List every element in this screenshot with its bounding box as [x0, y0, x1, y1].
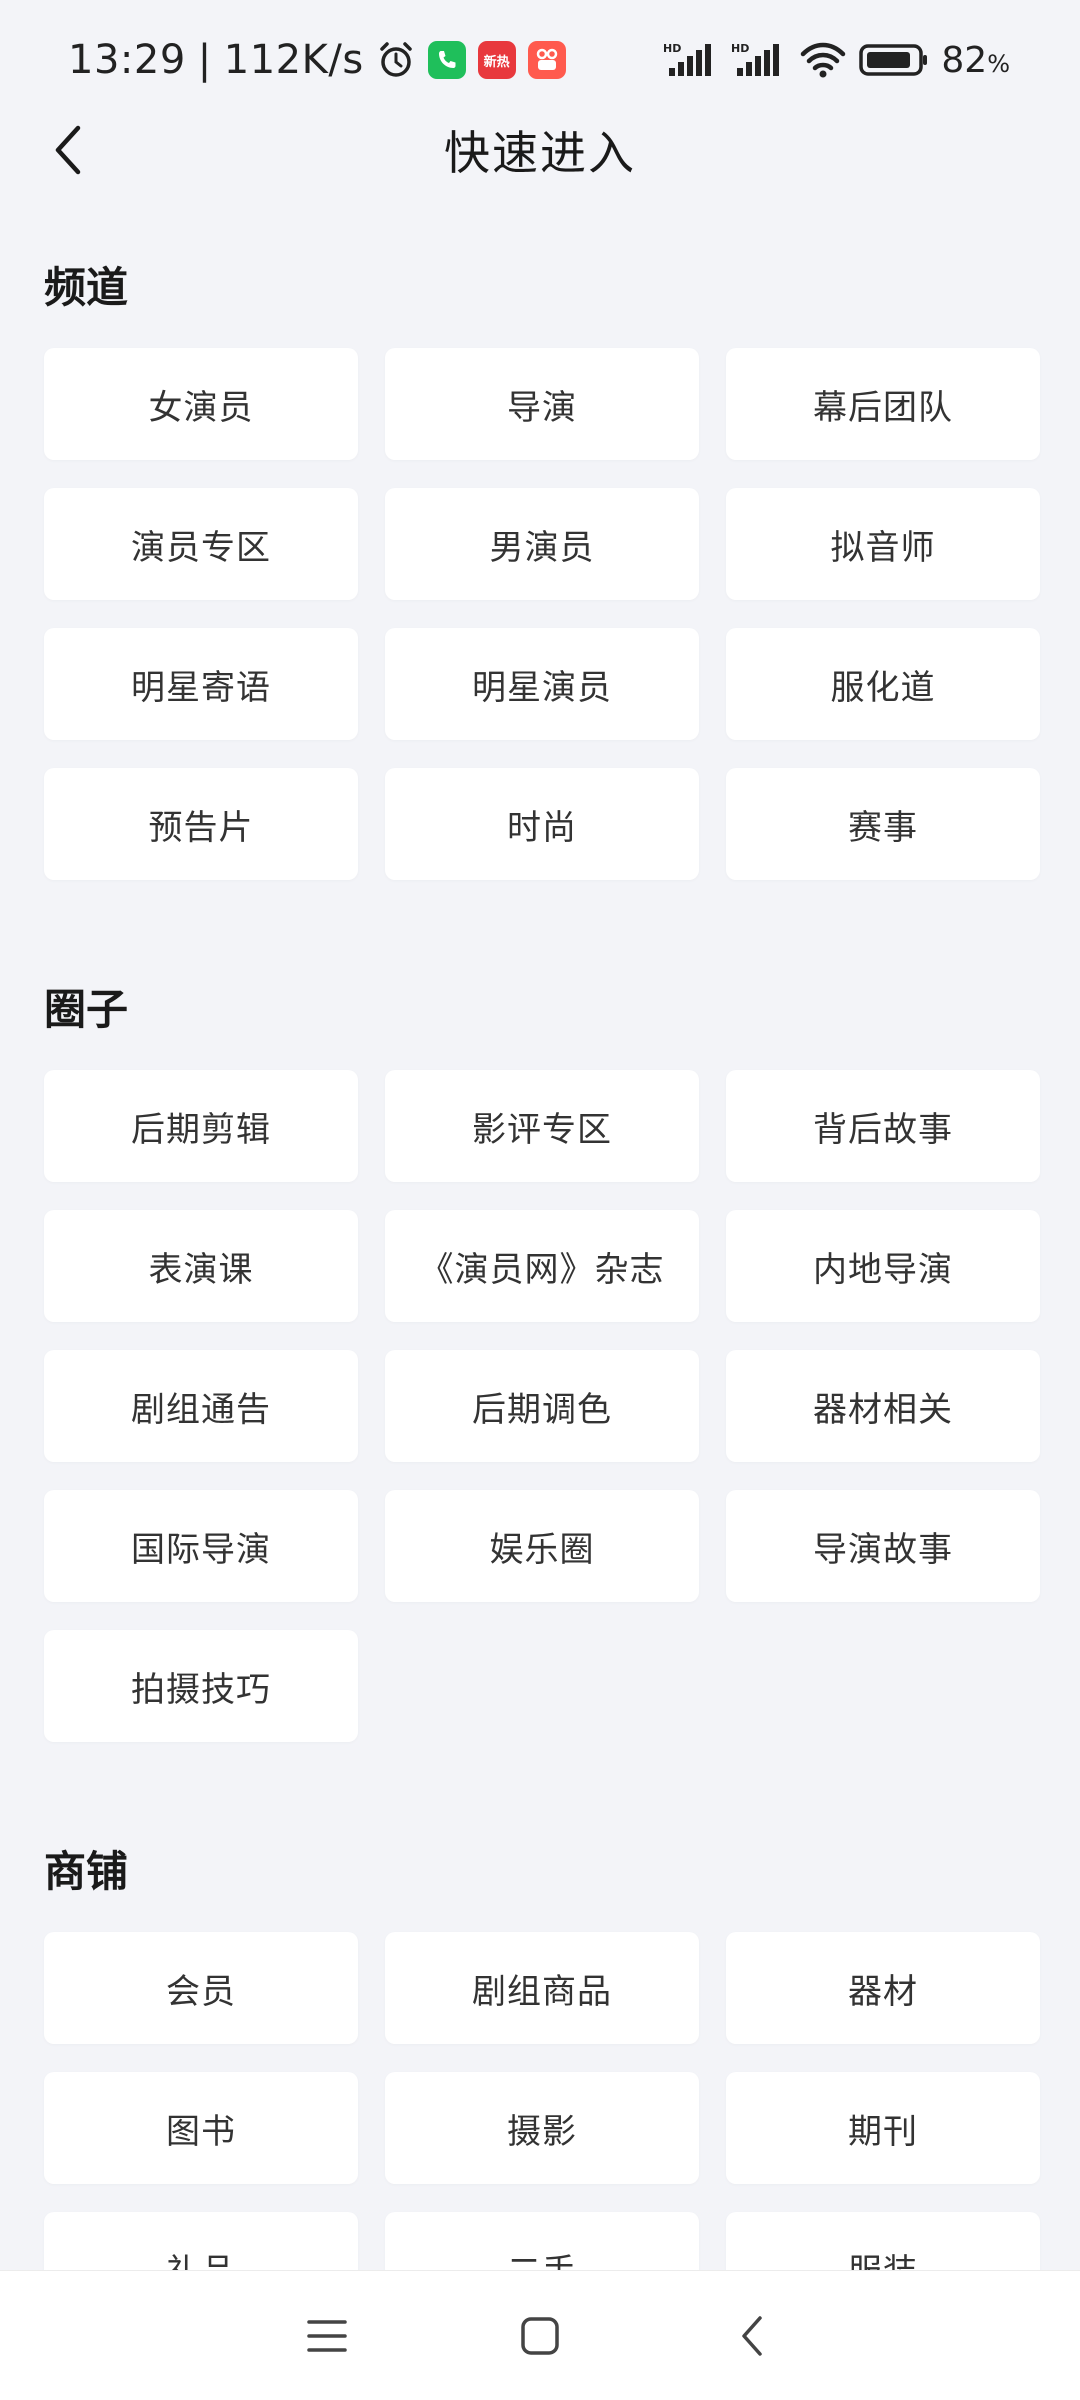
channel-tile[interactable]: 赛事: [726, 768, 1040, 880]
menu-icon: [306, 2319, 347, 2352]
circle-tile[interactable]: 器材相关: [726, 1350, 1040, 1462]
section-circles: 圈子 后期剪辑 影评专区 背后故事 表演课 《演员网》杂志 内地导演 剧组通告 …: [44, 980, 1040, 1742]
channel-tile[interactable]: 女演员: [44, 348, 358, 460]
channel-tile[interactable]: 演员专区: [44, 488, 358, 600]
battery-icon: [859, 42, 929, 78]
news-app-icon: 新热: [477, 41, 516, 79]
video-app-icon: [527, 41, 566, 79]
battery-percent: 82%: [941, 39, 1010, 81]
channel-tile[interactable]: 服化道: [726, 628, 1040, 740]
svg-text:HD: HD: [663, 42, 681, 55]
system-nav-bar: [0, 2270, 1080, 2400]
circle-tile[interactable]: 背后故事: [726, 1070, 1040, 1182]
shop-grid: 会员 剧组商品 器材 图书 摄影 期刊 礼品 二手 服装: [44, 1932, 1040, 2324]
circle-tile[interactable]: 拍摄技巧: [44, 1630, 358, 1742]
channel-tile[interactable]: 明星演员: [385, 628, 699, 740]
shop-tile[interactable]: 器材: [726, 1932, 1040, 2044]
wifi-icon: [799, 40, 847, 80]
recent-apps-button[interactable]: [287, 2296, 367, 2376]
home-square-icon: [521, 2316, 559, 2355]
channel-tile[interactable]: 幕后团队: [726, 348, 1040, 460]
section-title: 圈子: [44, 985, 129, 1034]
channel-tile[interactable]: 明星寄语: [44, 628, 358, 740]
section-channels: 频道 女演员 导演 幕后团队 演员专区 男演员 拟音师 明星寄语 明星演员 服化…: [44, 258, 1040, 880]
signal-hd-icon: HD: [663, 40, 719, 80]
section-title: 频道: [44, 263, 129, 312]
back-triangle-icon: [742, 2315, 763, 2356]
shop-tile[interactable]: 图书: [44, 2072, 358, 2184]
page-title: 快速进入: [444, 126, 636, 180]
shop-tile[interactable]: 剧组商品: [385, 1932, 699, 2044]
circle-tile[interactable]: 娱乐圈: [385, 1490, 699, 1602]
circle-tile[interactable]: 表演课: [44, 1210, 358, 1322]
svg-text:HD: HD: [731, 42, 749, 55]
channel-tile[interactable]: 拟音师: [726, 488, 1040, 600]
chevron-left-icon: [55, 125, 81, 175]
section-title: 商铺: [44, 1847, 129, 1896]
home-button[interactable]: [500, 2296, 580, 2376]
system-back-button[interactable]: [713, 2296, 793, 2376]
circle-tile[interactable]: 导演故事: [726, 1490, 1040, 1602]
section-shops: 商铺 会员 剧组商品 器材 图书 摄影 期刊 礼品 二手 服装: [44, 1842, 1040, 2324]
app-header: 快速进入: [0, 110, 1080, 190]
status-time: 13:29: [68, 37, 186, 83]
channel-tile[interactable]: 导演: [385, 348, 699, 460]
circle-grid: 后期剪辑 影评专区 背后故事 表演课 《演员网》杂志 内地导演 剧组通告 后期调…: [44, 1070, 1040, 1742]
phone-app-icon: [427, 41, 466, 79]
status-bar-right: HD HD 82%: [651, 40, 1010, 81]
channel-tile[interactable]: 男演员: [385, 488, 699, 600]
status-bar-left: 13:29 | 112K/s 新热: [68, 37, 566, 83]
channel-tile[interactable]: 时尚: [385, 768, 699, 880]
circle-tile[interactable]: 内地导演: [726, 1210, 1040, 1322]
status-bar: 13:29 | 112K/s 新热 HD HD 82%: [0, 0, 1080, 120]
back-button[interactable]: [30, 110, 110, 190]
circle-tile[interactable]: 国际导演: [44, 1490, 358, 1602]
circle-tile[interactable]: 影评专区: [385, 1070, 699, 1182]
circle-tile[interactable]: 《演员网》杂志: [385, 1210, 699, 1322]
shop-tile[interactable]: 摄影: [385, 2072, 699, 2184]
status-separator: |: [197, 37, 212, 83]
signal-hd-icon: HD: [731, 40, 787, 80]
shop-tile[interactable]: 期刊: [726, 2072, 1040, 2184]
channel-grid: 女演员 导演 幕后团队 演员专区 男演员 拟音师 明星寄语 明星演员 服化道 预…: [44, 348, 1040, 880]
network-speed: 112K/s: [223, 37, 364, 83]
channel-tile[interactable]: 预告片: [44, 768, 358, 880]
circle-tile[interactable]: 后期调色: [385, 1350, 699, 1462]
alarm-icon: [376, 40, 416, 80]
circle-tile[interactable]: 后期剪辑: [44, 1070, 358, 1182]
circle-tile[interactable]: 剧组通告: [44, 1350, 358, 1462]
shop-tile[interactable]: 会员: [44, 1932, 358, 2044]
